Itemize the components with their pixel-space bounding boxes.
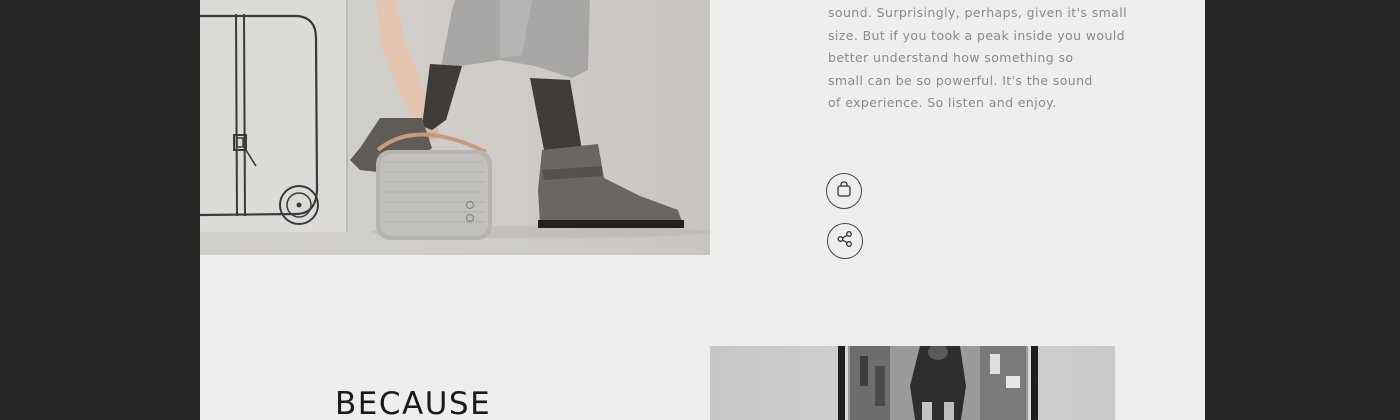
description-line: sound. Surprisingly, perhaps, given it's… <box>828 5 1127 20</box>
content-page: sound. Surprisingly, perhaps, given it's… <box>200 0 1205 420</box>
sketch-panel <box>200 0 347 232</box>
product-photo-illustration <box>200 0 710 240</box>
description-line: size. But if you took a peak inside you … <box>828 27 1126 43</box>
add-to-bag-button[interactable] <box>826 173 862 209</box>
framed-print-illustration <box>838 346 1038 420</box>
share-icon <box>836 230 854 253</box>
shopping-bag-icon <box>835 180 853 203</box>
description-line: small can be so powerful. It's the sound <box>828 72 1093 88</box>
lifestyle-photo-framed-print <box>710 346 1115 420</box>
product-photo-speaker-boots <box>200 0 710 255</box>
section-heading: BECAUSE <box>335 386 492 420</box>
product-description: sound. Surprisingly, perhaps, given it's… <box>828 2 1128 115</box>
description-line: better understand how something so <box>828 50 1074 65</box>
description-line: of experience. So listen and enjoy. <box>828 95 1057 110</box>
share-button[interactable] <box>827 223 863 259</box>
